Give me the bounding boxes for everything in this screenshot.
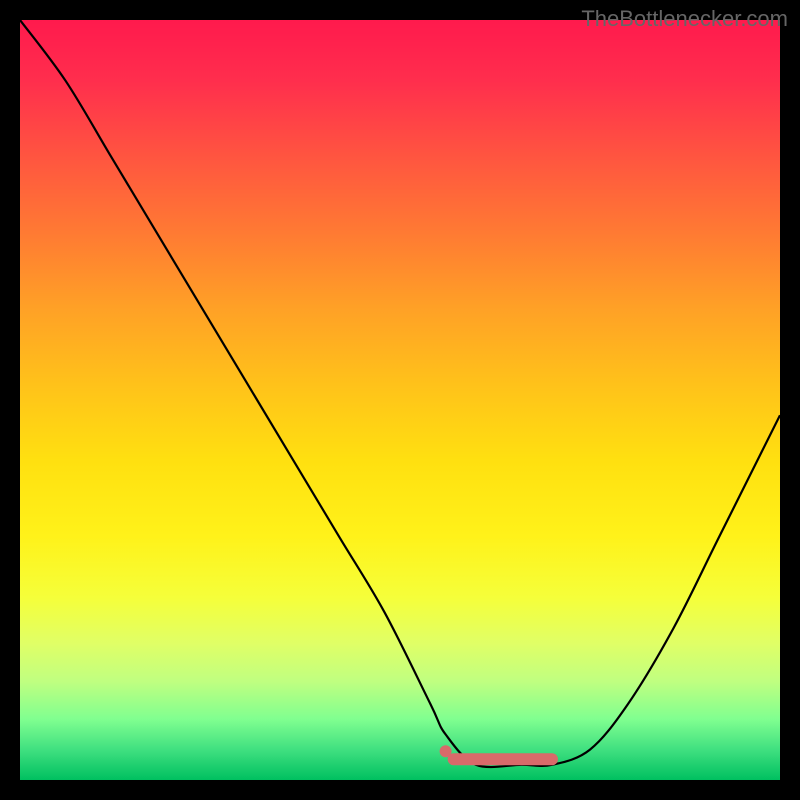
optimal-range-trace [20,20,780,780]
chart-plot-area [20,20,780,780]
attribution-text: TheBottlenecker.com [581,6,788,32]
